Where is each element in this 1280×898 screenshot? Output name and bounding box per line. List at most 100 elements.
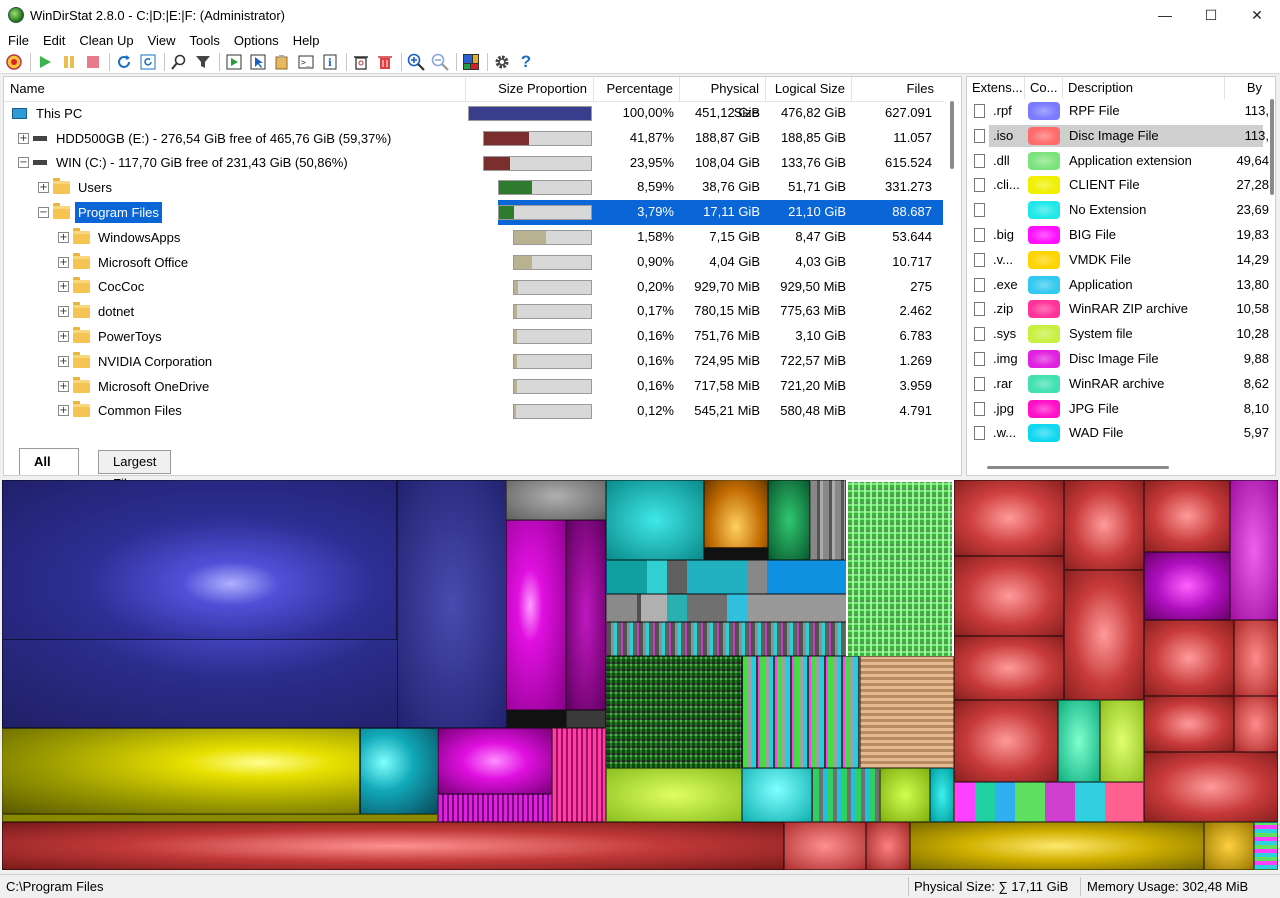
extension-row[interactable]: .w... WAD File 5,97: [967, 421, 1269, 446]
treemap-tile-dll[interactable]: [606, 656, 742, 768]
expand-icon[interactable]: +: [58, 281, 69, 293]
treemap-tile-sys[interactable]: [1100, 700, 1144, 782]
treemap-tile-iso[interactable]: [1144, 696, 1234, 752]
column-files[interactable]: Files: [852, 77, 940, 101]
extension-horizontal-scrollbar[interactable]: [987, 466, 1169, 469]
expand-icon[interactable]: +: [58, 256, 69, 268]
command-prompt-icon[interactable]: >_: [295, 51, 317, 73]
treemap-toggle-icon[interactable]: [460, 51, 482, 73]
treemap-tile-noext[interactable]: [810, 480, 846, 560]
tab-largest-files[interactable]: Largest Files: [98, 450, 172, 491]
collapse-icon[interactable]: −: [38, 207, 49, 219]
close-button[interactable]: ✕: [1234, 0, 1280, 30]
treemap-tile-sys[interactable]: [606, 768, 742, 822]
treemap-tile-big[interactable]: [566, 520, 606, 710]
treemap-tile-exe[interactable]: [606, 480, 704, 560]
column-bytes[interactable]: By: [1225, 77, 1267, 99]
column-description[interactable]: Description: [1063, 77, 1225, 99]
treemap-tile-client[interactable]: [860, 656, 954, 768]
copy-path-icon[interactable]: [271, 51, 293, 73]
treemap-tile-iso[interactable]: [1234, 696, 1278, 752]
expand-icon[interactable]: +: [58, 355, 69, 367]
treemap-tile-mixed[interactable]: [954, 782, 1144, 822]
zoom-in-icon[interactable]: [405, 51, 427, 73]
treemap-tile-iso[interactable]: [1064, 570, 1144, 700]
expand-icon[interactable]: +: [38, 182, 49, 194]
open-item-icon[interactable]: [223, 51, 245, 73]
treemap-tile-img[interactable]: [1230, 480, 1278, 620]
extension-row[interactable]: .iso Disc Image File 113,: [967, 124, 1269, 149]
treemap-tile-exe[interactable]: [930, 768, 954, 822]
treemap-tile-iso[interactable]: [954, 556, 1064, 636]
maximize-button[interactable]: ☐: [1188, 0, 1234, 30]
record-icon[interactable]: [3, 51, 25, 73]
treemap-tile-mixed[interactable]: [1254, 822, 1278, 870]
expand-icon[interactable]: +: [58, 231, 69, 243]
treemap-tile-iso[interactable]: [866, 822, 910, 870]
refresh-icon[interactable]: [113, 51, 135, 73]
extension-row[interactable]: .exe Application 13,80: [967, 273, 1269, 298]
menu-clean-up[interactable]: Clean Up: [71, 33, 139, 48]
refresh-all-icon[interactable]: [137, 51, 159, 73]
treemap-tile-dll[interactable]: [768, 480, 810, 560]
tree-row[interactable]: + Microsoft OneDrive 0,16% 717,58 MiB 721,20…: [4, 374, 944, 399]
treemap-tile-vmdk[interactable]: [1204, 822, 1254, 870]
treemap-tile-iso[interactable]: [784, 822, 866, 870]
treemap-tile-noext[interactable]: [566, 710, 606, 728]
column-name[interactable]: Name: [4, 77, 466, 101]
treemap-tile-mixed[interactable]: [742, 656, 860, 768]
extension-row[interactable]: .rpf RPF File 113,: [967, 99, 1269, 124]
treemap[interactable]: [2, 480, 1278, 870]
minimize-button[interactable]: —: [1142, 0, 1188, 30]
treemap-tile-rpf[interactable]: [397, 480, 507, 728]
menu-edit[interactable]: Edit: [35, 33, 71, 48]
menu-help[interactable]: Help: [285, 33, 326, 48]
menu-options[interactable]: Options: [226, 33, 285, 48]
tree-row[interactable]: + WindowsApps 1,58% 7,15 GiB 8,47 GiB 53.644: [4, 225, 944, 250]
treemap-tile-sys[interactable]: [880, 768, 930, 822]
collapse-icon[interactable]: −: [18, 157, 29, 169]
treemap-tile-noext[interactable]: [606, 594, 848, 622]
treemap-tile-noext[interactable]: [506, 480, 606, 520]
treemap-tile-rpf[interactable]: [2, 480, 397, 640]
treemap-tile-iso[interactable]: [1144, 752, 1278, 822]
treemap-tile-iso[interactable]: [954, 480, 1064, 556]
settings-icon[interactable]: [491, 51, 513, 73]
treemap-tile-iso[interactable]: [954, 700, 1058, 782]
tree-row[interactable]: This PC 100,00% 451,12 GiB 476,82 GiB 627.09…: [4, 101, 944, 126]
tree-row[interactable]: − WIN (C:) - 117,70 GiB free of 231,43 Gi…: [4, 151, 944, 176]
treemap-tile-iso[interactable]: [2, 822, 784, 870]
extension-vertical-scrollbar[interactable]: [1270, 99, 1274, 195]
tree-row[interactable]: + NVIDIA Corporation 0,16% 724,95 MiB 722,57…: [4, 349, 944, 374]
menu-file[interactable]: File: [0, 33, 35, 48]
extension-row[interactable]: .zip WinRAR ZIP archive 10,58: [967, 297, 1269, 322]
extension-row[interactable]: .img Disc Image File 9,88: [967, 347, 1269, 372]
play-icon[interactable]: [34, 51, 56, 73]
treemap-tile-iso[interactable]: [1234, 620, 1278, 696]
treemap-tile-vmdk[interactable]: [704, 480, 768, 548]
tree-vertical-scrollbar[interactable]: [944, 101, 961, 457]
treemap-tile-vmdk[interactable]: [910, 822, 1204, 870]
expand-icon[interactable]: +: [18, 132, 29, 144]
pause-icon[interactable]: [58, 51, 80, 73]
recycle-icon[interactable]: [350, 51, 372, 73]
tree-row[interactable]: + Microsoft Office 0,90% 4,04 GiB 4,03 GiB 10…: [4, 250, 944, 275]
treemap-tile-client[interactable]: [2, 814, 438, 822]
treemap-tile-iso[interactable]: [1064, 480, 1144, 570]
search-icon[interactable]: [168, 51, 190, 73]
extension-row[interactable]: .jpg JPG File 8,10: [967, 397, 1269, 422]
tree-row[interactable]: + PowerToys 0,16% 751,76 MiB 3,10 GiB 6.783: [4, 324, 944, 349]
treemap-tile-big[interactable]: [438, 794, 552, 822]
menu-tools[interactable]: Tools: [182, 33, 226, 48]
treemap-tile-noext[interactable]: [360, 728, 438, 814]
treemap-tile-rar[interactable]: [1058, 700, 1100, 782]
extension-row[interactable]: .sys System file 10,28: [967, 322, 1269, 347]
treemap-tile-img[interactable]: [1144, 552, 1230, 620]
tree-row[interactable]: + HDD500GB (E:) - 276,54 GiB free of 465,…: [4, 126, 944, 151]
select-in-explorer-icon[interactable]: [247, 51, 269, 73]
column-physical-size[interactable]: Physical Size: [680, 77, 766, 120]
expand-icon[interactable]: +: [58, 306, 69, 318]
column-size-proportion[interactable]: Size Proportion: [466, 77, 594, 101]
treemap-tile-exe[interactable]: [742, 768, 812, 822]
expand-icon[interactable]: +: [58, 405, 69, 417]
